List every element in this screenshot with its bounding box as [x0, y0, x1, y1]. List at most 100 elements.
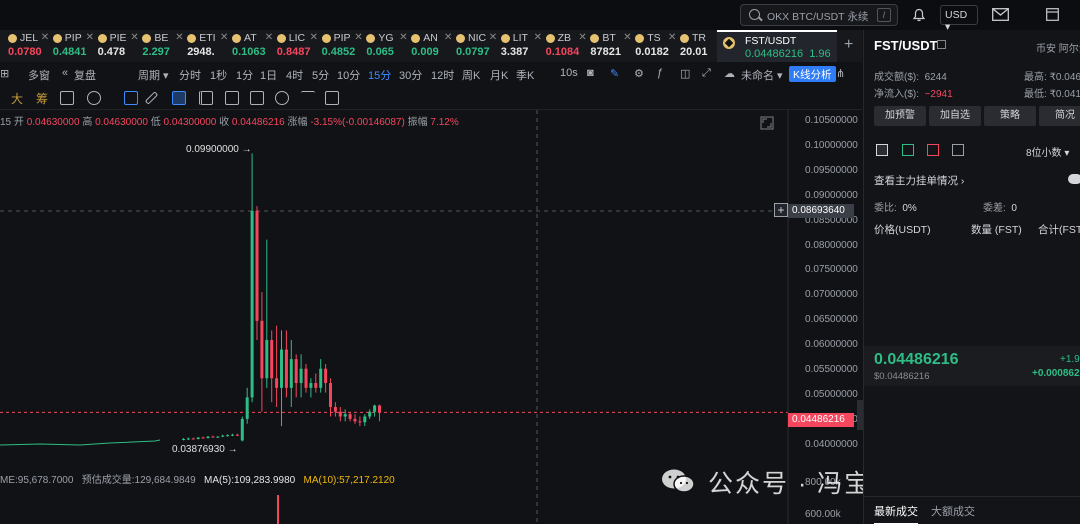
indicator-icon[interactable]: ƒ — [657, 67, 663, 79]
close-tab-icon[interactable]: ✕ — [489, 32, 497, 43]
period-4h[interactable]: 4时 — [286, 67, 303, 83]
layout-name-select[interactable]: 未命名 ▾ — [741, 67, 783, 83]
pen-icon[interactable] — [144, 91, 159, 105]
tab-latest-trades[interactable]: 最新成交 — [874, 503, 918, 524]
ticker-symbol: PIP — [64, 32, 82, 44]
close-tab-icon[interactable]: ✕ — [534, 32, 542, 43]
candle-body — [275, 378, 279, 388]
trash-icon[interactable] — [325, 91, 339, 105]
tag-chips[interactable]: 筹 — [36, 90, 48, 107]
fib-icon[interactable] — [275, 91, 289, 105]
close-tab-icon[interactable]: ✕ — [623, 32, 631, 43]
candle-body — [343, 414, 347, 417]
replay-icon[interactable]: « — [62, 67, 68, 79]
window-icon[interactable] — [1046, 8, 1059, 21]
close-tab-icon[interactable]: ✕ — [175, 32, 183, 43]
close-tab-icon[interactable]: ✕ — [41, 32, 49, 43]
kline-analysis-button[interactable]: K线分析 — [789, 66, 836, 82]
low-stat: 最低: ₹0.0415 — [1024, 89, 1080, 100]
ticker-symbol: LIC — [288, 32, 306, 44]
close-tab-icon[interactable]: ✕ — [310, 32, 318, 43]
layout-button[interactable]: 多窗 — [28, 67, 50, 83]
strategy-button[interactable]: 策略 — [984, 106, 1036, 126]
orderbook-asks-icon[interactable] — [927, 144, 939, 156]
high-stat: 最高: ₹0.0463 — [1024, 72, 1080, 83]
refresh-interval[interactable]: 10s — [560, 67, 578, 79]
period-15m[interactable]: 15分 — [368, 67, 391, 83]
tab-fst-usdt[interactable]: FST/USDT 0.04486216 1.96 — [717, 30, 837, 62]
bell-icon[interactable] — [912, 8, 926, 22]
coin-icon — [8, 34, 17, 43]
measure-icon[interactable] — [225, 91, 239, 105]
period-week[interactable]: 周K — [462, 67, 480, 83]
magnet-icon[interactable] — [60, 91, 74, 105]
tag-big[interactable]: 大 — [11, 90, 23, 107]
decimals-select[interactable]: 8位小数 ▾ — [1026, 144, 1069, 159]
camera-icon[interactable]: ◙ — [587, 67, 594, 79]
eye-icon[interactable] — [87, 91, 101, 105]
period-month[interactable]: 月K — [490, 67, 508, 83]
period-1s[interactable]: 1秒 — [210, 67, 227, 83]
settings-icon[interactable]: ⚙ — [634, 67, 644, 80]
ticker-symbol: YG — [378, 32, 394, 44]
expand-icon[interactable] — [760, 116, 774, 130]
line-tool-icon[interactable] — [172, 91, 186, 105]
compare-icon[interactable]: ◫ — [680, 67, 690, 80]
currency-select[interactable]: USD ▾ — [940, 5, 978, 33]
col-qty: 数量 (FST) — [971, 224, 1022, 236]
ticker-price: 0.8487 — [276, 46, 311, 58]
search-input[interactable]: OKX BTC/USDT 永续 / — [740, 4, 898, 26]
close-tab-icon[interactable]: ✕ — [354, 32, 362, 43]
candle-tool-icon[interactable] — [199, 91, 213, 105]
period-12h[interactable]: 12时 — [431, 67, 454, 83]
period-1d[interactable]: 1日 — [260, 67, 277, 83]
tab-large-trades[interactable]: 大额成交 — [931, 503, 975, 519]
overview-button[interactable]: 简况 — [1039, 106, 1080, 126]
copy-icon[interactable] — [937, 40, 946, 49]
period-menu[interactable]: 周期 ▾ — [138, 67, 169, 83]
filter-icon[interactable] — [301, 91, 315, 105]
select-icon[interactable] — [124, 91, 138, 105]
close-tab-icon[interactable]: ✕ — [130, 32, 138, 43]
orderbook-both-icon[interactable] — [876, 144, 888, 156]
mail-icon[interactable] — [992, 8, 1009, 21]
coin-icon — [411, 34, 421, 43]
period-5m[interactable]: 5分 — [312, 67, 329, 83]
add-favorite-button[interactable]: 加自选 — [929, 106, 981, 126]
main-orders-toggle[interactable] — [1068, 174, 1080, 184]
close-tab-icon[interactable]: ✕ — [265, 32, 273, 43]
close-tab-icon[interactable]: ✕ — [668, 32, 676, 43]
close-tab-icon[interactable]: ✕ — [220, 32, 228, 43]
shortcut-hint: / — [877, 8, 891, 22]
fullscreen-icon[interactable]: ⤢ — [702, 67, 711, 80]
add-alert-button[interactable]: 加预警 — [874, 106, 926, 126]
period-quarter[interactable]: 季K — [516, 67, 534, 83]
candle-body — [348, 414, 352, 419]
add-tab-button[interactable]: + — [844, 36, 853, 54]
last-price-box: 0.04486216 $0.04486216 +1.9 +0.000862 — [864, 346, 1080, 386]
close-tab-icon[interactable]: ✕ — [399, 32, 407, 43]
draw-icon[interactable]: ✎ — [610, 67, 619, 80]
coin-icon — [723, 37, 735, 49]
cloud-icon[interactable]: ☁ — [724, 67, 735, 80]
period-fenshi[interactable]: 分时 — [179, 67, 201, 83]
period-1m[interactable]: 1分 — [236, 67, 253, 83]
chart-area[interactable]: 15 开 0.04630000 高 0.04630000 低 0.0430000… — [0, 110, 863, 524]
close-tab-icon[interactable]: ✕ — [444, 32, 452, 43]
close-tab-icon[interactable]: ✕ — [86, 32, 94, 43]
order-ratio: 委比: 0% — [874, 203, 917, 214]
candlestick-chart[interactable] — [0, 110, 862, 524]
close-tab-icon[interactable]: ✕ — [578, 32, 586, 43]
ticker-symbol: TS — [647, 32, 661, 44]
orderbook-bids-icon[interactable] — [902, 144, 914, 156]
orderbook-depth-icon[interactable] — [952, 144, 964, 156]
replay-button[interactable]: 复盘 — [74, 67, 96, 83]
main-orders-link[interactable]: 查看主力挂单情况 › — [874, 173, 964, 188]
add-alert-plus-icon[interactable]: + — [774, 203, 788, 217]
exchange-label[interactable]: 币安 阿尔法 — [1036, 40, 1080, 55]
note-icon[interactable] — [250, 91, 264, 105]
period-10m[interactable]: 10分 — [337, 67, 360, 83]
period-30m[interactable]: 30分 — [399, 67, 422, 83]
layout-icon[interactable]: ⊞ — [0, 67, 9, 80]
share-icon[interactable]: ⋔ — [836, 67, 845, 80]
